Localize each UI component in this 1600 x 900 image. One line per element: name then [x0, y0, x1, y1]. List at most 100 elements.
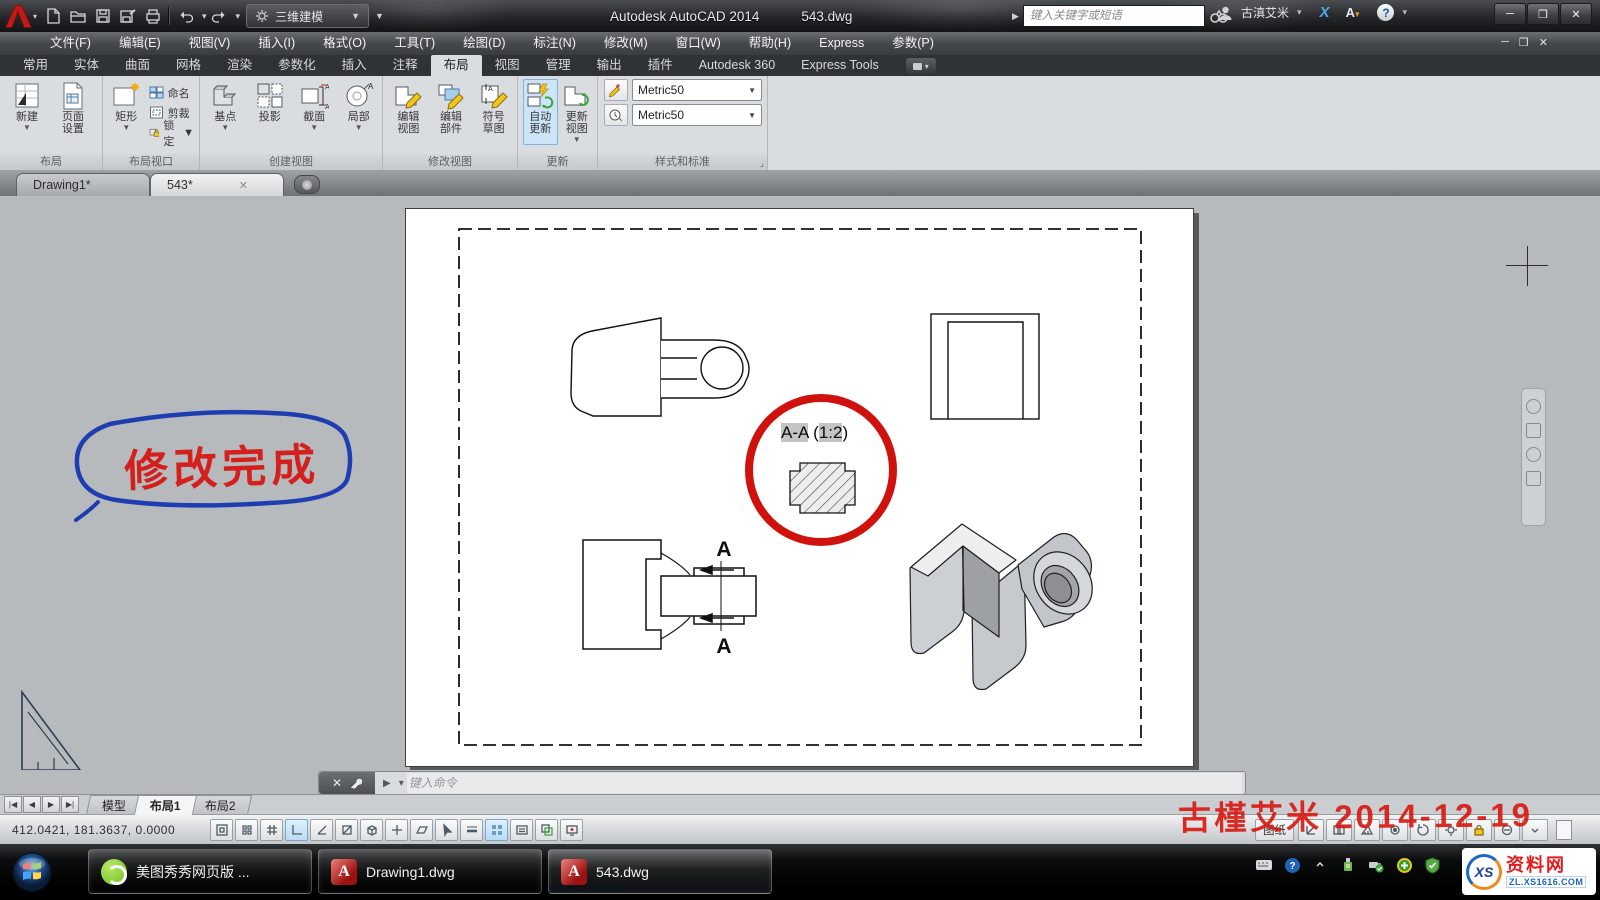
orbit-icon[interactable]: [1526, 471, 1541, 486]
view-style-button[interactable]: [604, 79, 628, 101]
menu-file[interactable]: 文件(F): [36, 32, 105, 55]
search-input[interactable]: [1023, 5, 1205, 27]
auto-update-button[interactable]: 自动更新: [523, 79, 558, 145]
minimize-button[interactable]: ─: [1494, 3, 1526, 25]
ribbon-tab-home[interactable]: 常用: [10, 55, 61, 76]
menu-modify[interactable]: 修改(M): [590, 32, 662, 55]
undo-caret-icon[interactable]: ▾: [202, 11, 207, 22]
workspace-switcher[interactable]: 三维建模 ▼: [246, 4, 369, 28]
grid-toggle[interactable]: [260, 819, 283, 841]
taskbar-button-drawing1[interactable]: A Drawing1.dwg: [318, 849, 542, 894]
view-style-dropdown[interactable]: Metric50 ▼: [632, 79, 762, 101]
redo-button[interactable]: [207, 4, 232, 28]
menu-window[interactable]: 窗口(W): [662, 32, 735, 55]
symbol-sketch-button[interactable]: A 符号草图: [473, 79, 514, 136]
selection-cycling-toggle[interactable]: [535, 819, 558, 841]
taskbar-button-meitu[interactable]: 美图秀秀网页版 ...: [88, 849, 312, 894]
cmd-close-icon[interactable]: ✕: [332, 776, 342, 790]
lock-viewport-button[interactable]: 锁定 ▼: [147, 123, 196, 142]
doc-minimize-icon[interactable]: ─: [1501, 36, 1509, 49]
plot-button[interactable]: [140, 4, 165, 28]
menu-tools[interactable]: 工具(T): [380, 32, 449, 55]
ribbon-tab-mesh[interactable]: 网格: [163, 55, 214, 76]
menu-draw[interactable]: 绘图(D): [449, 32, 519, 55]
qat-customize-icon[interactable]: ▼: [375, 11, 384, 21]
taskbar-button-543[interactable]: A 543.dwg: [548, 849, 772, 894]
clean-screen-button[interactable]: [1556, 820, 1572, 840]
view-isometric-3d[interactable]: [910, 524, 1104, 690]
ribbon-tab-output[interactable]: 输出: [584, 55, 635, 76]
transparency-toggle[interactable]: [485, 819, 508, 841]
menu-express[interactable]: Express: [805, 32, 878, 55]
usb-device-icon[interactable]: [1339, 856, 1357, 874]
edit-view-button[interactable]: 编辑视图: [388, 79, 429, 136]
full-navigation-wheel-icon[interactable]: [1526, 399, 1541, 414]
new-drawing-tab-button[interactable]: [294, 175, 320, 194]
signed-in-user[interactable]: 古滇艾米: [1241, 4, 1289, 21]
keyboard-layout-icon[interactable]: [1255, 856, 1273, 874]
edit-component-button[interactable]: 编辑部件: [431, 79, 472, 136]
menu-view[interactable]: 视图(V): [175, 32, 245, 55]
view-front[interactable]: [931, 314, 1039, 419]
panel-dialog-launcher-icon[interactable]: ⌟: [760, 158, 764, 169]
page-setup-button[interactable]: 页面设置: [51, 79, 95, 136]
exchange-apps-icon[interactable]: X: [1320, 4, 1330, 21]
menu-help[interactable]: 帮助(H): [735, 32, 805, 55]
snap-toggle[interactable]: [235, 819, 258, 841]
ortho-toggle[interactable]: [285, 819, 308, 841]
named-viewport-button[interactable]: 命名: [147, 83, 196, 102]
antivirus-plus-icon[interactable]: [1395, 856, 1413, 874]
lineweight-toggle[interactable]: [460, 819, 483, 841]
ribbon-tab-manage[interactable]: 管理: [533, 55, 584, 76]
new-layout-button[interactable]: 新建 ▼: [5, 79, 49, 136]
ribbon-tab-plugins[interactable]: 插件: [635, 55, 686, 76]
menu-insert[interactable]: 插入(I): [244, 32, 309, 55]
ribbon-tab-layout[interactable]: 布局: [431, 55, 482, 76]
menu-parametric[interactable]: 参数(P): [878, 32, 948, 55]
ribbon-tab-render[interactable]: 渲染: [214, 55, 265, 76]
annotation-monitor-toggle[interactable]: [560, 819, 583, 841]
security-shield-icon[interactable]: [1423, 856, 1441, 874]
first-layout-icon[interactable]: |◀: [4, 796, 22, 813]
navigation-bar[interactable]: [1521, 388, 1546, 526]
base-view-button[interactable]: 基点 ▼: [205, 79, 246, 133]
ribbon-tab-solid[interactable]: 实体: [61, 55, 112, 76]
wrench-icon[interactable]: [348, 776, 362, 790]
search-expand-icon[interactable]: ▶: [1012, 11, 1019, 22]
projected-view-button[interactable]: 投影: [250, 79, 291, 133]
last-layout-icon[interactable]: ▶|: [61, 796, 79, 813]
command-line-bar[interactable]: ✕ ▶ ▾: [318, 771, 1246, 795]
tab-layout2[interactable]: 布局2: [189, 795, 252, 815]
command-input[interactable]: [407, 773, 1242, 793]
menu-edit[interactable]: 编辑(E): [105, 32, 175, 55]
ribbon-tab-parametric[interactable]: 参数化: [265, 55, 329, 76]
file-tab-drawing1[interactable]: Drawing1*: [16, 173, 150, 196]
user-caret-icon[interactable]: ▾: [1297, 7, 1302, 18]
polar-toggle[interactable]: [310, 819, 333, 841]
ribbon-tab-autodesk360[interactable]: Autodesk 360: [686, 55, 788, 76]
autocad-logo-button[interactable]: ▾: [0, 0, 40, 32]
ribbon-tab-insert[interactable]: 插入: [329, 55, 380, 76]
rect-viewport-button[interactable]: 矩形 ▼: [108, 79, 145, 142]
new-file-button[interactable]: [40, 4, 65, 28]
autodesk-360-icon[interactable]: A▾: [1346, 5, 1360, 20]
help-icon[interactable]: ?: [1377, 4, 1394, 21]
tab-close-icon[interactable]: ✕: [239, 179, 248, 192]
doc-restore-icon[interactable]: ❐: [1519, 36, 1529, 49]
help-tray-icon[interactable]: ?: [1283, 856, 1301, 874]
menu-dimension[interactable]: 标注(N): [520, 32, 590, 55]
open-file-button[interactable]: [65, 4, 90, 28]
cmd-recent-caret-icon[interactable]: ▾: [399, 778, 404, 789]
ribbon-tab-annotate[interactable]: 注释: [380, 55, 431, 76]
ribbon-tab-surface[interactable]: 曲面: [112, 55, 163, 76]
otrack-toggle[interactable]: [385, 819, 408, 841]
osnap-3d-toggle[interactable]: [360, 819, 383, 841]
infer-constraints-toggle[interactable]: [210, 819, 233, 841]
tab-layout1[interactable]: 布局1: [134, 795, 197, 815]
close-button[interactable]: ✕: [1560, 3, 1592, 25]
show-hidden-icons-caret[interactable]: [1311, 856, 1329, 874]
pan-icon[interactable]: [1526, 423, 1541, 438]
view-side-section[interactable]: A A: [583, 538, 756, 658]
doc-close-icon[interactable]: ✕: [1539, 36, 1548, 49]
command-line-grip[interactable]: ✕: [319, 772, 375, 794]
